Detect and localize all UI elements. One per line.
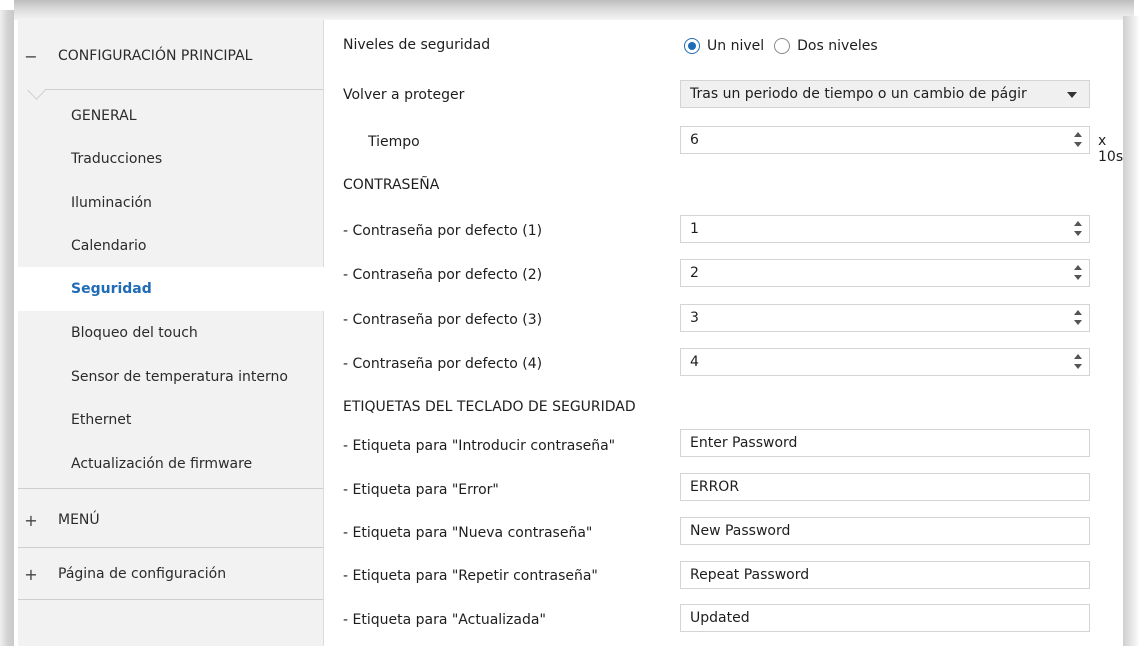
sidebar-item-bloqueo-touch[interactable]: Bloqueo del touch xyxy=(18,311,323,355)
password-4-stepper[interactable]: 4 xyxy=(680,348,1090,376)
sidebar-item-iluminacion[interactable]: Iluminación xyxy=(18,181,323,225)
keypad-label-new-password-value: New Password xyxy=(690,523,791,539)
password-1-stepper[interactable]: 1 xyxy=(680,215,1090,243)
password-1-value: 1 xyxy=(690,221,699,237)
time-label: Tiempo xyxy=(368,134,420,150)
password-4-label: - Contraseña por defecto (4) xyxy=(343,356,543,372)
sidebar-item-label: Actualización de firmware xyxy=(71,456,253,472)
group-label: Página de configuración xyxy=(58,566,227,582)
sidebar-item-label: Ethernet xyxy=(71,412,132,428)
expand-icon[interactable]: + xyxy=(24,511,38,530)
keypad-label-updated-input[interactable]: Updated xyxy=(680,604,1090,632)
keypad-label-error-label: - Etiqueta para "Error" xyxy=(343,482,499,498)
spinner-icon[interactable] xyxy=(1073,352,1083,372)
keypad-label-new-password-input[interactable]: New Password xyxy=(680,517,1090,545)
spinner-icon[interactable] xyxy=(1073,263,1083,283)
reprotect-label: Volver a proteger xyxy=(343,87,465,103)
spinner-icon[interactable] xyxy=(1073,130,1083,150)
keypad-label-enter-password-label: - Etiqueta para "Introducir contraseña" xyxy=(343,438,616,454)
sidebar-item-sensor-temperatura[interactable]: Sensor de temperatura interno xyxy=(18,355,323,399)
time-value: 6 xyxy=(690,132,699,148)
window-shadow-left xyxy=(0,10,14,646)
sidebar-item-actualizacion-firmware[interactable]: Actualización de firmware xyxy=(18,442,323,486)
divider xyxy=(18,547,323,548)
sidebar-item-label: GENERAL xyxy=(71,108,137,124)
keypad-section-title: ETIQUETAS DEL TECLADO DE SEGURIDAD xyxy=(343,399,636,415)
expand-icon[interactable]: + xyxy=(24,565,38,584)
divider xyxy=(18,599,323,600)
sidebar-item-label: Bloqueo del touch xyxy=(71,325,198,341)
sidebar: − CONFIGURACIÓN PRINCIPAL GENERAL Traduc… xyxy=(18,20,326,646)
sidebar-item-label: Iluminación xyxy=(71,195,152,211)
radio-one-level-label[interactable]: Un nivel xyxy=(707,38,764,54)
sidebar-item-label: Seguridad xyxy=(71,281,152,297)
radio-two-levels-label[interactable]: Dos niveles xyxy=(797,38,878,54)
chevron-down-icon[interactable] xyxy=(1067,92,1077,98)
collapse-icon[interactable]: − xyxy=(24,47,38,66)
keypad-label-enter-password-input[interactable]: Enter Password xyxy=(680,429,1090,457)
group-pagina-configuracion[interactable]: + Página de configuración xyxy=(18,552,323,596)
password-3-stepper[interactable]: 3 xyxy=(680,304,1090,332)
sidebar-item-traducciones[interactable]: Traducciones xyxy=(18,137,323,181)
keypad-label-error-value: ERROR xyxy=(690,479,740,495)
sidebar-item-label: Calendario xyxy=(71,238,147,254)
group-label: MENÚ xyxy=(58,512,100,528)
sidebar-item-calendario[interactable]: Calendario xyxy=(18,224,323,268)
security-levels-radio-group: Un nivel Dos niveles xyxy=(684,36,878,56)
password-2-label: - Contraseña por defecto (2) xyxy=(343,267,543,283)
group-menu[interactable]: + MENÚ xyxy=(18,498,323,542)
sidebar-item-general[interactable]: GENERAL xyxy=(18,94,323,138)
parameter-panel: Niveles de seguridad Un nivel Dos nivele… xyxy=(324,20,1123,646)
spinner-icon[interactable] xyxy=(1073,219,1083,239)
password-section-title: CONTRASEÑA xyxy=(343,177,440,193)
password-3-value: 3 xyxy=(690,310,699,326)
sidebar-item-seguridad[interactable]: Seguridad xyxy=(18,267,326,311)
security-levels-label: Niveles de seguridad xyxy=(343,37,491,53)
time-unit: x 10s xyxy=(1098,133,1124,165)
radio-one-level[interactable] xyxy=(684,38,700,54)
keypad-label-repeat-password-label: - Etiqueta para "Repetir contraseña" xyxy=(343,568,598,584)
keypad-label-repeat-password-value: Repeat Password xyxy=(690,567,810,583)
password-2-stepper[interactable]: 2 xyxy=(680,259,1090,287)
sidebar-item-ethernet[interactable]: Ethernet xyxy=(18,398,323,442)
reprotect-select-value: Tras un periodo de tiempo o un cambio de… xyxy=(690,86,1027,102)
window-shadow-right xyxy=(1123,16,1140,646)
sidebar-item-label: Sensor de temperatura interno xyxy=(71,369,288,385)
reprotect-select[interactable]: Tras un periodo de tiempo o un cambio de… xyxy=(680,80,1090,108)
group-label: CONFIGURACIÓN PRINCIPAL xyxy=(58,48,253,64)
group-configuracion-principal[interactable]: − CONFIGURACIÓN PRINCIPAL xyxy=(18,34,323,78)
spinner-icon[interactable] xyxy=(1073,308,1083,328)
time-stepper[interactable]: 6 xyxy=(680,126,1090,154)
divider xyxy=(18,488,323,489)
keypad-label-enter-password-value: Enter Password xyxy=(690,435,798,451)
keypad-label-new-password-label: - Etiqueta para "Nueva contraseña" xyxy=(343,525,593,541)
divider xyxy=(36,89,323,90)
sidebar-item-label: Traducciones xyxy=(71,151,163,167)
password-1-label: - Contraseña por defecto (1) xyxy=(343,223,543,239)
keypad-label-repeat-password-input[interactable]: Repeat Password xyxy=(680,561,1090,589)
keypad-label-updated-label: - Etiqueta para "Actualizada" xyxy=(343,612,546,628)
keypad-label-error-input[interactable]: ERROR xyxy=(680,473,1090,501)
password-3-label: - Contraseña por defecto (3) xyxy=(343,312,543,328)
keypad-label-updated-value: Updated xyxy=(690,610,750,626)
password-4-value: 4 xyxy=(690,354,699,370)
radio-two-levels[interactable] xyxy=(774,38,791,54)
password-2-value: 2 xyxy=(690,265,699,281)
